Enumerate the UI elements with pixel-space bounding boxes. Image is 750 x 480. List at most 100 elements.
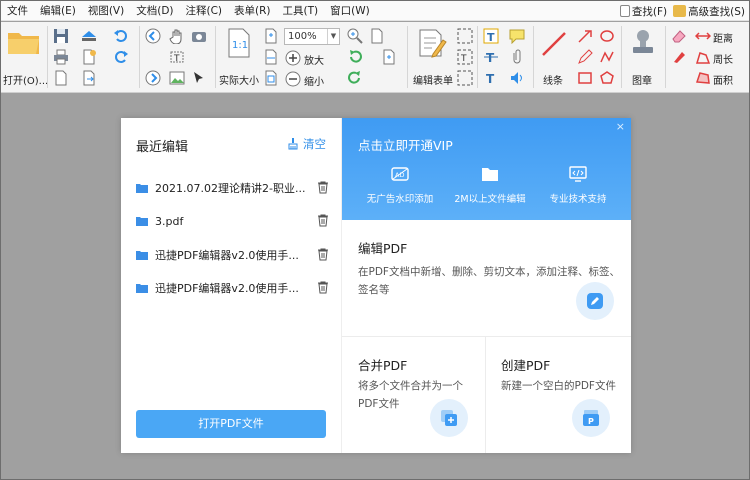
attach-icon[interactable] [509,49,525,65]
vip-title: 点击立即开通VIP [358,138,453,153]
polygon-icon[interactable] [599,70,615,86]
document-icon[interactable] [53,70,69,86]
zoom-out-label[interactable]: 缩小 [304,73,324,88]
menu-form[interactable]: 表单(R) [228,1,277,21]
perimeter-icon[interactable] [695,49,711,65]
menu-view[interactable]: 视图(V) [82,1,130,21]
note-icon[interactable] [509,28,525,44]
menu-tools[interactable]: 工具(T) [277,1,325,21]
svg-text:T: T [460,54,467,64]
sound-icon[interactable] [509,70,525,86]
eraser-icon[interactable] [671,28,687,44]
menu-edit[interactable]: 编辑(E) [34,1,82,21]
recent-pane: 最近编辑 清空 2021.07.02理论精讲2-职业... 3.pdf 迅捷PD… [121,118,342,453]
hand-tool-icon[interactable] [169,28,185,44]
stamp-button[interactable]: 图章 [625,28,661,88]
new-document-icon[interactable] [81,49,97,65]
recent-file-name: 迅捷PDF编辑器v2.0使用手... [155,249,299,262]
fit-visible-icon[interactable] [263,70,279,86]
svg-text:P: P [588,417,594,426]
zoom-out-icon[interactable] [285,71,301,87]
zoom-in-label[interactable]: 放大 [304,52,324,67]
vip-banner[interactable]: 点击立即开通VIP × AD 无广告水印添加 2M以上文件编辑 专业技术支持 [342,118,631,220]
area-label[interactable]: 面积 [713,72,733,87]
edit-form-button[interactable]: 编辑表单 [411,28,453,88]
menu-window[interactable]: 窗口(W) [324,1,376,21]
arrow-icon[interactable] [577,28,593,44]
textbox-icon[interactable]: T [483,49,499,65]
toolbar-separator [477,26,478,88]
line-button[interactable]: 线条 [537,28,571,88]
create-pdf-card[interactable]: 创建PDF 新建一个空白的PDF文件 P [486,337,631,453]
edit-pdf-card[interactable]: 编辑PDF 在PDF文档中新增、删除、剪切文本，添加注释、标签、签名等 [342,220,631,337]
form-text-icon[interactable]: T [457,49,473,65]
actual-size-button[interactable]: 1:1 实际大小 [219,28,259,88]
find-button[interactable]: 查找(F) [619,4,668,19]
export-icon[interactable] [81,70,97,86]
ad-free-icon: AD [391,167,409,181]
print-icon[interactable] [53,49,69,65]
toolbar-separator [407,26,408,88]
advanced-find-button[interactable]: 高级查找(S) [673,4,745,19]
menu-bar: 文件 编辑(E) 视图(V) 文档(D) 注释(C) 表单(R) 工具(T) 窗… [1,1,749,21]
recent-file-row[interactable]: 2021.07.02理论精讲2-职业... [136,178,329,198]
vip-feature-large-file: 2M以上文件编辑 [450,166,530,205]
area-icon[interactable] [695,70,711,86]
find-label: 查找(F) [631,5,668,18]
page-add-icon[interactable] [369,28,385,44]
save-icon[interactable] [53,28,69,44]
open-pdf-button[interactable]: 打开PDF文件 [136,410,326,438]
trash-icon[interactable] [317,181,329,194]
toolbar-separator [665,26,666,88]
recent-file-row[interactable]: 3.pdf [136,211,329,231]
create-pdf-title: 创建PDF [501,358,551,373]
forward-icon[interactable] [145,70,161,86]
polyline-icon[interactable] [599,49,615,65]
form-check-icon[interactable] [457,70,473,86]
pencil-icon[interactable] [577,49,593,65]
callout-icon[interactable]: T [483,70,499,86]
rotate-right-icon[interactable] [347,70,363,86]
snapshot-icon[interactable] [191,28,207,44]
clear-button[interactable]: 清空 [287,136,326,152]
rotate-left-icon[interactable] [347,49,363,65]
fit-width-icon[interactable] [263,49,279,65]
distance-icon[interactable] [695,28,711,44]
open-button[interactable]: 打开(O)... [3,28,48,88]
typewriter-icon[interactable]: T [483,28,499,44]
recent-file-name: 3.pdf [155,214,184,228]
rectangle-icon[interactable] [577,70,593,86]
ellipse-icon[interactable] [599,28,615,44]
scan-icon[interactable] [81,28,97,44]
perimeter-label[interactable]: 周长 [713,51,733,66]
undo-icon[interactable] [113,28,129,44]
zoom-select[interactable]: 100% ▼ [284,28,340,45]
svg-text:T: T [486,72,495,86]
recent-file-row[interactable]: 迅捷PDF编辑器v2.0使用手... [136,278,329,298]
recent-file-row[interactable]: 迅捷PDF编辑器v2.0使用手... [136,245,329,265]
chevron-down-icon[interactable]: ▼ [327,29,339,44]
distance-label[interactable]: 距离 [713,30,733,45]
folder-icon [136,184,148,193]
trash-icon[interactable] [317,248,329,261]
redo-icon[interactable] [113,49,129,65]
select-object-icon[interactable] [191,70,207,86]
edit-pdf-icon-badge [576,282,614,320]
menu-document[interactable]: 文档(D) [130,1,179,21]
select-text-icon[interactable]: T [169,49,185,65]
form-field-icon[interactable] [457,28,473,44]
merge-pdf-card[interactable]: 合并PDF 将多个文件合并为一个PDF文件 [342,337,486,453]
menu-file[interactable]: 文件 [1,1,34,21]
menu-comment[interactable]: 注释(C) [180,1,229,21]
image-icon[interactable] [169,70,185,86]
back-icon[interactable] [145,28,161,44]
close-icon[interactable]: × [616,120,625,133]
highlight-icon[interactable] [671,49,687,65]
fit-page-icon[interactable] [263,28,279,44]
trash-icon[interactable] [317,281,329,294]
trash-icon[interactable] [317,214,329,227]
vip-feature-label: 无广告水印添加 [366,194,434,205]
zoom-tool-icon[interactable] [347,28,363,44]
page-insert-icon[interactable] [381,49,397,65]
zoom-in-icon[interactable] [285,50,301,66]
